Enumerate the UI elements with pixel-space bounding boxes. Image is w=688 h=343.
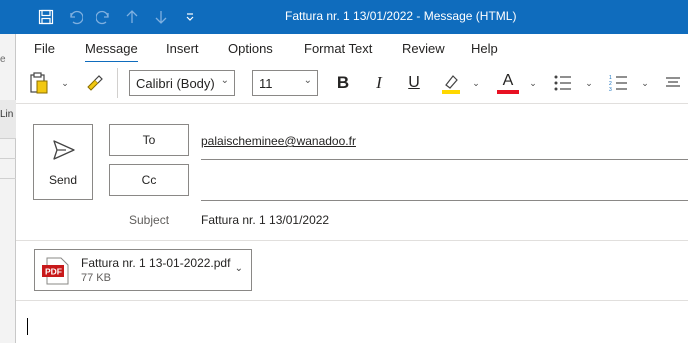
italic-button[interactable]: I: [370, 71, 388, 95]
attachment-card[interactable]: PDF Fattura nr. 1 13-01-2022.pdf 77 KB ⌄: [34, 249, 252, 291]
pdf-badge: PDF: [45, 267, 62, 277]
pane-text-fragment: e: [0, 54, 6, 65]
tab-options[interactable]: Options: [228, 41, 273, 56]
ribbon-tabs: File Message Insert Options Format Text …: [16, 34, 688, 63]
ribbon-separator: [117, 68, 118, 98]
subject-label: Subject: [129, 213, 170, 227]
ribbon-toolbar: ⌄ Calibri (Body) ⌄ 11 ⌄ B I U ⌄ A ⌄ ⌄ 12…: [16, 62, 688, 104]
tab-insert[interactable]: Insert: [166, 41, 199, 56]
paste-options-chevron-icon[interactable]: ⌄: [60, 71, 70, 95]
chevron-down-icon: ⌄: [220, 75, 229, 86]
paste-icon[interactable]: [28, 71, 50, 95]
send-icon: [52, 139, 76, 164]
pane-divider: [0, 138, 16, 139]
numbering-chevron-icon[interactable]: ⌄: [640, 71, 650, 95]
pane-divider: [0, 158, 16, 159]
bold-button[interactable]: B: [334, 71, 352, 95]
highlight-icon[interactable]: [439, 71, 463, 95]
tab-help[interactable]: Help: [471, 41, 498, 56]
bullets-icon[interactable]: [552, 71, 574, 95]
title-bar: Fattura nr. 1 13/01/2022 - Message (HTML…: [0, 0, 688, 34]
to-field-underline[interactable]: [201, 159, 688, 160]
highlight-chevron-icon[interactable]: ⌄: [471, 71, 481, 95]
tab-file[interactable]: File: [34, 41, 55, 56]
cc-field-underline[interactable]: [201, 200, 688, 201]
attachment-filename: Fattura nr. 1 13-01-2022.pdf: [81, 256, 231, 270]
window-title: Fattura nr. 1 13/01/2022 - Message (HTML…: [285, 9, 517, 23]
font-size-value: 11: [259, 75, 273, 91]
to-recipient[interactable]: palaischeminee@wanadoo.fr: [201, 134, 356, 148]
format-painter-icon[interactable]: [84, 71, 106, 95]
background-window-pane: e Lin: [0, 34, 16, 343]
underline-button[interactable]: U: [405, 71, 423, 95]
pane-column-fragment: Lin: [0, 109, 14, 120]
tab-format-text[interactable]: Format Text: [304, 41, 372, 56]
font-name-value: Calibri (Body): [136, 75, 215, 91]
attachment-menu-chevron-icon[interactable]: ⌄: [235, 263, 243, 274]
svg-text:3: 3: [609, 87, 612, 92]
tab-review[interactable]: Review: [402, 41, 445, 56]
cc-button[interactable]: Cc: [109, 164, 189, 196]
font-color-swatch: [497, 89, 519, 94]
numbering-icon[interactable]: 123: [608, 71, 630, 95]
font-size-dropdown[interactable]: 11 ⌄: [252, 70, 318, 96]
to-button[interactable]: To: [109, 124, 189, 156]
compose-pane: Send To palaischeminee@wanadoo.fr Cc Sub…: [16, 104, 688, 343]
body-divider: [16, 300, 688, 301]
font-color-letter: A: [502, 71, 514, 89]
bullets-chevron-icon[interactable]: ⌄: [584, 71, 594, 95]
pdf-file-icon: PDF: [41, 257, 71, 288]
attachment-size: 77 KB: [81, 272, 111, 284]
font-name-dropdown[interactable]: Calibri (Body) ⌄: [129, 70, 235, 96]
font-color-chevron-icon[interactable]: ⌄: [528, 71, 538, 95]
pane-divider: [0, 178, 16, 179]
subject-field[interactable]: Fattura nr. 1 13/01/2022: [201, 213, 329, 227]
header-divider: [16, 240, 688, 241]
align-icon[interactable]: [664, 71, 682, 95]
chevron-down-icon: ⌄: [303, 75, 312, 86]
font-color-button[interactable]: A: [496, 71, 520, 95]
send-button[interactable]: Send: [33, 124, 93, 200]
tab-message[interactable]: Message: [85, 41, 138, 63]
send-label: Send: [48, 173, 78, 187]
text-cursor: [27, 318, 28, 335]
